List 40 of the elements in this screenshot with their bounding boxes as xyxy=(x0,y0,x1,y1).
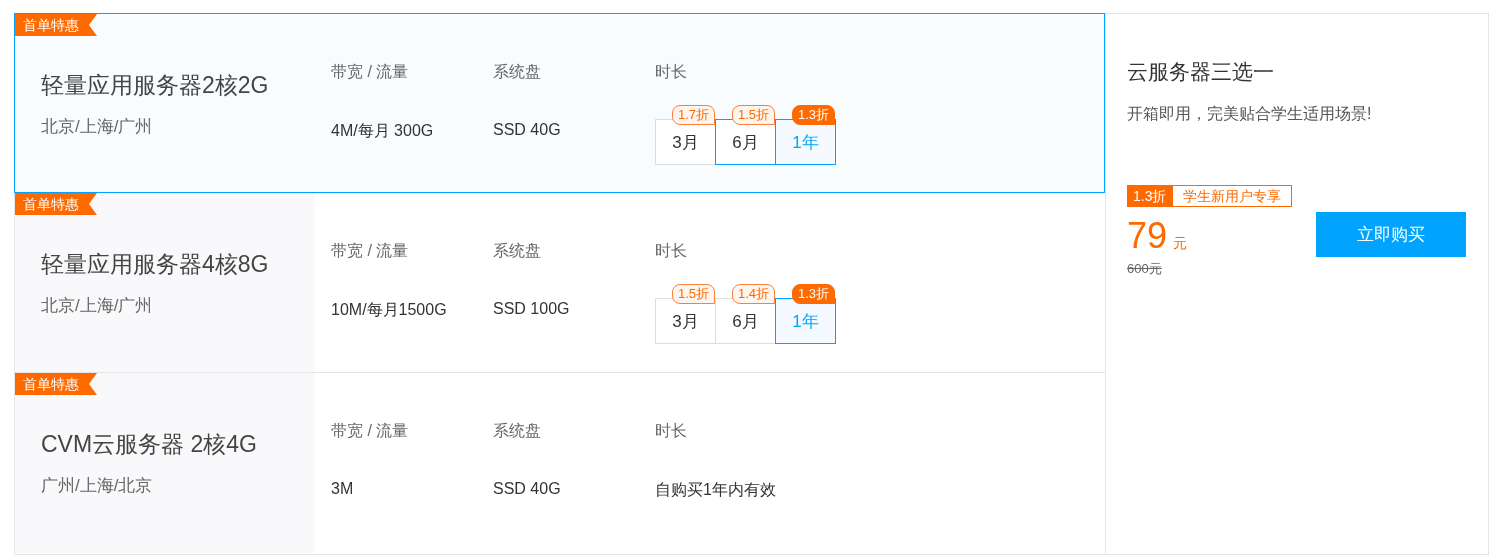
product-name: 轻量应用服务器4核8G xyxy=(41,250,270,279)
bandwidth-label: 带宽 / 流量 xyxy=(331,241,410,261)
disk-label: 系统盘 xyxy=(493,421,542,441)
price-unit: 元 xyxy=(1173,235,1188,253)
disk-value: SSD 40G xyxy=(493,121,562,139)
discount-badge: 1.7折 xyxy=(671,105,715,125)
disk-value: SSD 100G xyxy=(493,300,571,318)
discount-badge: 1.5折 xyxy=(671,284,715,304)
promo-badge: 首单特惠 xyxy=(15,373,97,395)
disk-label: 系统盘 xyxy=(493,241,542,261)
product-card[interactable]: 首单特惠 轻量应用服务器2核2G 北京/上海/广州 带宽 / 流量 4M/每月 300G 系统盘 SSD 40G 时长 1.7折 3月 1.5折 6月 1.3折 1年 xyxy=(14,13,1105,193)
bandwidth-value: 10M/每月1500G xyxy=(331,300,448,320)
discount-badge: 1.3折 xyxy=(791,105,835,125)
student-tag: 学生新用户专享 xyxy=(1172,185,1293,207)
bandwidth-label: 带宽 / 流量 xyxy=(331,421,410,441)
bandwidth-value: 3M xyxy=(331,480,355,498)
bandwidth-label: 带宽 / 流量 xyxy=(331,62,410,82)
original-price: 600元 xyxy=(1127,260,1163,278)
promo-badge: 首单特惠 xyxy=(15,193,97,215)
disk-label: 系统盘 xyxy=(493,62,542,82)
summary-subtitle: 开箱即用，完美贴合学生适用场景! xyxy=(1127,104,1373,124)
discount-badge: 1.5折 xyxy=(731,105,775,125)
duration-value: 自购买1年内有效 xyxy=(655,480,777,500)
discount-tag: 1.3折 xyxy=(1127,185,1173,207)
promo-badge: 首单特惠 xyxy=(15,14,97,36)
disk-value: SSD 40G xyxy=(493,480,562,498)
discount-badge: 1.3折 xyxy=(791,284,835,304)
bandwidth-value: 4M/每月 300G xyxy=(331,121,435,141)
product-card[interactable]: 首单特惠 轻量应用服务器4核8G 北京/上海/广州 带宽 / 流量 10M/每月1500G 系统盘 SSD 100G 时长 1.5折 3月 1.4折 6月 1.3折 1年 xyxy=(15,193,1105,373)
duration-label: 时长 xyxy=(655,421,688,441)
discount-badge: 1.4折 xyxy=(731,284,775,304)
product-name: CVM云服务器 2核4G xyxy=(41,430,258,459)
product-name: 轻量应用服务器2核2G xyxy=(41,71,270,100)
duration-label: 时长 xyxy=(655,62,688,82)
duration-label: 时长 xyxy=(655,241,688,261)
product-regions: 北京/上海/广州 xyxy=(41,116,154,138)
price: 79 xyxy=(1127,214,1168,258)
product-regions: 广州/上海/北京 xyxy=(41,475,154,497)
product-regions: 北京/上海/广州 xyxy=(41,295,154,317)
summary-title: 云服务器三选一 xyxy=(1127,59,1275,85)
